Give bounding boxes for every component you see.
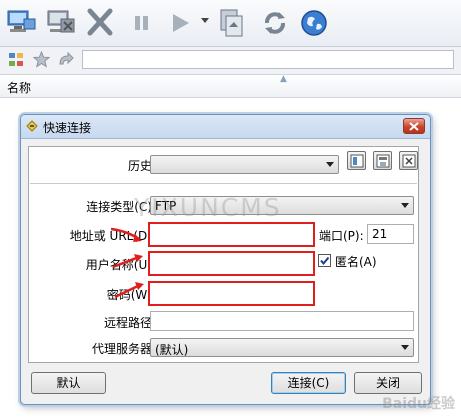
connect-button[interactable]: 连接(C): [271, 372, 346, 394]
annotation-arrows: [110, 227, 144, 299]
dialog-title: 快速连接: [43, 121, 92, 135]
play-toolbar-button[interactable]: [164, 5, 198, 41]
checkmark-icon: [320, 256, 330, 266]
password-input[interactable]: [148, 281, 315, 306]
port-value: 21: [372, 227, 388, 241]
main-toolbar: [0, 0, 461, 47]
site-tree-icon[interactable]: [8, 52, 24, 68]
transfer-pages-icon: [220, 9, 243, 37]
transfer-toolbar-button[interactable]: [214, 5, 248, 41]
file-list-header: 名称 ▲: [0, 74, 461, 98]
play-icon: [173, 14, 189, 32]
history-dropdown[interactable]: [150, 155, 339, 174]
anonymous-label[interactable]: 匿名(A): [335, 253, 377, 270]
save-icon: [376, 154, 390, 168]
chevron-down-icon: [326, 162, 334, 167]
proxy-value: (默认): [155, 343, 189, 357]
globe-icon: [301, 10, 327, 36]
sort-ascending-icon: ▲: [280, 74, 287, 84]
pause-icon: [135, 16, 148, 30]
proxy-label: 代理服务器:: [91, 342, 156, 356]
history-delete-button[interactable]: [399, 151, 418, 170]
username-input[interactable]: [148, 251, 315, 276]
star-icon[interactable]: [33, 51, 50, 68]
chevron-down-icon: [401, 345, 409, 350]
stop-toolbar-button[interactable]: [84, 5, 118, 41]
panel-icon: [350, 154, 364, 168]
dialog-close-button[interactable]: [403, 118, 425, 134]
remote-path-input[interactable]: [150, 311, 414, 331]
pause-toolbar-button[interactable]: [126, 5, 160, 41]
stop-x-icon: [87, 8, 113, 36]
quick-connect-icon: [26, 120, 38, 132]
refresh-icon: [265, 12, 285, 34]
browser-toolbar-button[interactable]: [298, 5, 332, 41]
chevron-down-icon: [401, 203, 409, 208]
connect-toolbar-button[interactable]: [4, 5, 38, 41]
default-button[interactable]: 默认: [31, 372, 106, 394]
up-folder-icon[interactable]: [57, 51, 74, 68]
remote-path-label: 远程路径:: [103, 316, 156, 330]
address-bar: [0, 47, 461, 75]
anonymous-checkbox[interactable]: [318, 254, 331, 267]
column-name-header[interactable]: 名称: [7, 79, 31, 96]
connection-form: 历史: 连接类型(C): FTP 地址或 URL(D): 端口(P): 21 用…: [28, 146, 419, 363]
address-input[interactable]: [148, 222, 315, 247]
watermark-text: YIXUNCMS: [134, 193, 282, 222]
port-input[interactable]: 21: [367, 224, 414, 244]
history-save-button[interactable]: [373, 151, 392, 170]
computer-disconnect-icon: [47, 10, 75, 33]
port-label: 端口(P):: [319, 229, 364, 243]
quick-connect-dialog: 快速连接 历史: 连接类型(C): FTP 地址或 URL(D): 端口(P):…: [20, 114, 431, 405]
computer-connect-icon: [7, 10, 36, 32]
proxy-dropdown[interactable]: (默认): [150, 338, 414, 357]
cancel-button[interactable]: 关闭: [354, 372, 422, 394]
delete-icon: [402, 154, 416, 168]
history-open-button[interactable]: [347, 151, 366, 170]
dialog-title-bar[interactable]: 快速连接: [21, 115, 430, 139]
path-input[interactable]: [82, 50, 454, 69]
play-dropdown-arrow-icon[interactable]: [201, 18, 209, 23]
section-divider: [30, 183, 417, 184]
disconnect-toolbar-button[interactable]: [44, 5, 78, 41]
refresh-toolbar-button[interactable]: [258, 5, 292, 41]
baidu-watermark: Baidu经验: [382, 396, 455, 412]
close-icon: [409, 122, 419, 131]
